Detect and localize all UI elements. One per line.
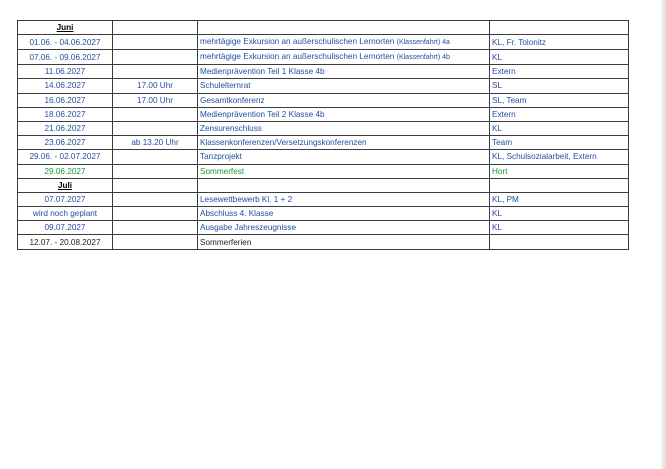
date-cell: 29.06. - 02.07.2027 [17,149,113,165]
event-cell: Sommerferien [197,234,490,250]
responsible-cell: Hort [489,163,629,179]
event-text: Schulelternrat [200,81,251,91]
event-cell: Schulelternrat [197,78,490,94]
table-row: 14.06.2027 17.00 Uhr Schulelternrat SL [17,78,629,94]
time-cell [112,49,198,66]
empty-cell [197,177,490,193]
date-cell: 21.06.2027 [17,120,113,137]
event-text: Sommerfest [200,166,245,176]
time-cell: ab 13.20 Uhr [112,135,198,151]
table-row: 21.06.2027 Zensurenschluss KL [17,120,629,137]
date-cell: 07.06. - 09.06.2027 [17,49,113,66]
responsible-cell: KL [489,49,629,66]
table-row: 01.06. - 04.06.2027 mehrtägige Exkursion … [17,34,629,51]
responsible-cell: KL, Fr. Tolonitz [489,34,629,51]
event-text: Gesamtkonferenz [200,95,265,105]
event-text: Sommerferien [200,237,252,247]
time-cell [112,234,198,250]
event-text: mehrtägige Exkursion an außerschulischen… [200,37,395,47]
table-row: 07.06. - 09.06.2027 mehrtägige Exkursion … [17,49,629,66]
date-cell: 14.06.2027 [17,78,113,94]
empty-cell [197,19,490,36]
event-cell: mehrtägige Exkursion an außerschulischen… [197,34,490,51]
event-text: Abschluss 4. Klasse [200,209,274,219]
empty-cell [489,19,629,36]
time-cell [112,106,198,122]
time-cell [112,163,198,179]
time-cell: 17.00 Uhr [112,78,198,94]
event-cell: Lesewettbewerb Kl. 1 + 2 [197,191,490,208]
date-cell: wird noch geplant [17,206,113,222]
month-heading: Juli [17,177,113,193]
table-row: 29.06. - 02.07.2027 Tanzprojekt KL, Schuls… [17,149,629,165]
empty-cell [112,177,198,193]
date-cell: 12.07. - 20.08.2027 [17,234,113,250]
responsible-cell: KL, Schulsozialarbeit, Extern [489,149,629,165]
event-cell: mehrtägige Exkursion an außerschulischen… [197,49,490,66]
month-heading: Juni [17,19,113,36]
event-cell: Abschluss 4. Klasse [197,206,490,222]
event-cell: Zensurenschluss [197,120,490,137]
event-note: (Klassenfahrt) 4a [396,39,450,47]
responsible-cell: KL [489,120,629,137]
date-cell: 16.06.2027 [17,92,113,108]
date-cell: 07.07.2027 [17,191,113,208]
responsible-cell: KL [489,206,629,222]
event-text: Medienprävention Teil 2 Klasse 4b [200,109,325,119]
time-cell [112,220,198,236]
event-cell: Ausgabe Jahreszeugnisse [197,220,490,236]
event-text: Tanzprojekt [200,152,242,162]
date-cell: 29.06.2027 [17,163,113,179]
event-cell: Klassenkonferenzen/Versetzungskonferenze… [197,135,490,151]
time-cell: 17.00 Uhr [112,92,198,108]
month-header-row: Juli [17,177,629,193]
event-text: Zensurenschluss [200,124,262,134]
event-cell: Tanzprojekt [197,149,490,165]
empty-cell [112,19,198,36]
time-cell [112,149,198,165]
month-header-row: Juni [17,19,629,36]
event-text: Lesewettbewerb Kl. 1 + 2 [200,194,293,204]
event-cell: Sommerfest [197,163,490,179]
table-row: 16.06.2027 17.00 Uhr Gesamtkonferenz SL, Te… [17,92,629,108]
responsible-cell: SL [489,78,629,94]
table-row: 12.07. - 20.08.2027 Sommerferien [17,234,629,250]
event-text: Klassenkonferenzen/Versetzungskonferenze… [200,138,367,148]
time-cell [112,34,198,51]
table-row: 18.06.2027 Medienprävention Teil 2 Klasse… [17,106,629,122]
date-cell: 01.06. - 04.06.2027 [17,34,113,51]
responsible-cell: Extern [489,106,629,122]
responsible-cell: SL, Team [489,92,629,108]
responsible-cell [489,234,629,250]
event-text: Medienprävention Teil 1 Klasse 4b [200,67,325,77]
time-cell [112,206,198,222]
table-row: 29.06.2027 Sommerfest Hort [17,163,629,179]
event-cell: Medienprävention Teil 1 Klasse 4b [197,64,490,80]
responsible-cell: Team [489,135,629,151]
schedule-table: Juni 01.06. - 04.06.2027 mehrtägige Exkurs… [17,19,629,250]
event-cell: Medienprävention Teil 2 Klasse 4b [197,106,490,122]
responsible-cell: Extern [489,64,629,80]
time-cell [112,120,198,137]
date-cell: 23.06.2027 [17,135,113,151]
responsible-cell: KL, PM [489,191,629,208]
empty-cell [489,177,629,193]
event-text: mehrtägige Exkursion an außerschulischen… [200,52,395,62]
table-row: 11.06.2027 Medienprävention Teil 1 Klasse… [17,64,629,80]
event-note: (Klassenfahrt) 4b [396,54,450,62]
table-row: 09.07.2027 Ausgabe Jahreszeugnisse KL [17,220,629,236]
schedule-body: Juni 01.06. - 04.06.2027 mehrtägige Exkurs… [17,19,629,250]
time-cell [112,191,198,208]
table-row: wird noch geplant Abschluss 4. Klasse KL [17,206,629,222]
responsible-cell: KL [489,220,629,236]
event-text: Ausgabe Jahreszeugnisse [200,223,297,233]
time-cell [112,64,198,80]
date-cell: 11.06.2027 [17,64,113,80]
page-edge [661,0,666,469]
date-cell: 09.07.2027 [17,220,113,236]
table-row: 23.06.2027 ab 13.20 Uhr Klassenkonferenzen… [17,135,629,151]
event-cell: Gesamtkonferenz [197,92,490,108]
date-cell: 18.06.2027 [17,106,113,122]
table-row: 07.07.2027 Lesewettbewerb Kl. 1 + 2 KL, PM [17,191,629,208]
